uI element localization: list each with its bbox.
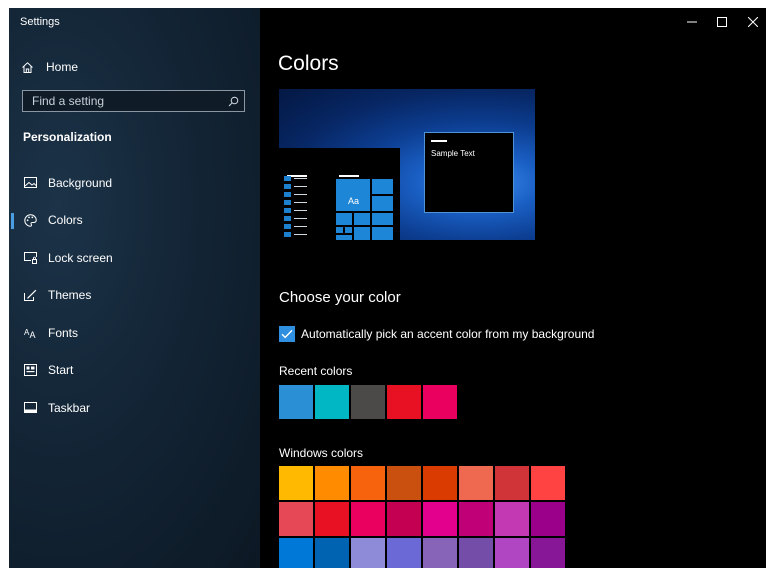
color-swatch[interactable] [351, 466, 385, 500]
lock-screen-icon [23, 251, 37, 265]
search-box [22, 90, 245, 112]
color-swatch[interactable] [459, 502, 493, 536]
sidebar-item-start[interactable]: Start [9, 352, 260, 390]
sidebar-item-label: Fonts [48, 325, 79, 340]
preview-tiles [336, 173, 395, 240]
preview-tile-label: Aa [348, 196, 360, 206]
color-swatch[interactable] [459, 538, 493, 568]
theme-preview: Aa Sample Text [279, 89, 535, 240]
color-swatch[interactable] [315, 538, 349, 568]
search-input[interactable] [23, 90, 222, 112]
fonts-icon: AA [23, 326, 37, 340]
color-swatch[interactable] [315, 502, 349, 536]
sidebar-item-fonts[interactable]: AA Fonts [9, 314, 260, 352]
color-row [279, 466, 569, 500]
preview-app-list [284, 173, 309, 240]
image-icon [23, 176, 37, 190]
sidebar: Settings Home Personalization Background [9, 8, 260, 568]
color-swatch[interactable] [351, 385, 385, 419]
color-swatch[interactable] [531, 502, 565, 536]
color-swatch[interactable] [279, 538, 313, 568]
sidebar-item-colors[interactable]: Colors [9, 202, 260, 240]
checkmark-icon [281, 329, 293, 339]
color-swatch[interactable] [531, 466, 565, 500]
color-swatch[interactable] [459, 466, 493, 500]
palette-icon [23, 213, 37, 227]
choose-color-heading: Choose your color [279, 289, 401, 306]
minimize-icon [687, 21, 697, 23]
sidebar-item-label: Lock screen [48, 250, 113, 265]
recent-colors-label: Recent colors [279, 364, 353, 378]
color-row [279, 502, 569, 536]
sidebar-item-label: Themes [48, 288, 92, 303]
sidebar-item-home[interactable]: Home [20, 57, 250, 77]
color-swatch[interactable] [351, 538, 385, 568]
color-swatch[interactable] [495, 502, 529, 536]
color-swatch[interactable] [423, 385, 457, 419]
color-swatch[interactable] [279, 466, 313, 500]
color-swatch[interactable] [387, 466, 421, 500]
home-icon [20, 61, 34, 74]
recent-colors [279, 385, 459, 419]
color-row [279, 538, 569, 568]
auto-accent-option[interactable]: Automatically pick an accent color from … [279, 326, 594, 342]
sidebar-nav: Background Colors Lock screen Themes A A… [9, 164, 260, 427]
sidebar-item-taskbar[interactable]: Taskbar [9, 389, 260, 427]
active-indicator [11, 212, 14, 229]
home-label: Home [46, 60, 79, 74]
color-swatch[interactable] [315, 466, 349, 500]
sidebar-item-label: Background [48, 175, 113, 190]
close-button[interactable] [741, 13, 765, 31]
sidebar-item-lock-screen[interactable]: Lock screen [9, 239, 260, 277]
maximize-icon [717, 17, 727, 27]
color-swatch[interactable] [387, 502, 421, 536]
settings-window: Settings Home Personalization Background [9, 8, 766, 568]
svg-text:A: A [29, 330, 35, 339]
color-swatch[interactable] [279, 385, 313, 419]
color-swatch[interactable] [279, 502, 313, 536]
sidebar-item-background[interactable]: Background [9, 164, 260, 202]
color-swatch[interactable] [495, 466, 529, 500]
auto-accent-checkbox[interactable] [279, 326, 295, 342]
windows-colors-label: Windows colors [279, 446, 364, 460]
color-swatch[interactable] [315, 385, 349, 419]
taskbar-icon [23, 401, 37, 415]
page-title: Colors [278, 52, 339, 75]
section-heading: Personalization [23, 130, 112, 144]
minimize-button[interactable] [680, 13, 704, 31]
sidebar-item-label: Taskbar [48, 400, 91, 415]
auto-accent-label: Automatically pick an accent color from … [301, 327, 595, 341]
sidebar-item-label: Start [48, 363, 74, 378]
color-swatch[interactable] [351, 502, 385, 536]
maximize-button[interactable] [710, 13, 734, 31]
color-swatch[interactable] [423, 538, 457, 568]
color-swatch[interactable] [495, 538, 529, 568]
color-swatch[interactable] [531, 538, 565, 568]
color-swatch[interactable] [423, 466, 457, 500]
color-swatch[interactable] [387, 538, 421, 568]
search-icon[interactable] [222, 96, 244, 107]
window-title: Settings [20, 16, 60, 28]
color-swatch[interactable] [423, 502, 457, 536]
main-content: Colors Aa Sample Text Choose your color … [260, 8, 766, 568]
start-icon [23, 363, 37, 377]
brush-icon [23, 288, 37, 302]
color-swatch[interactable] [387, 385, 421, 419]
windows-colors-grid [279, 466, 569, 568]
preview-window: Sample Text [424, 132, 514, 213]
sidebar-item-label: Colors [48, 213, 83, 228]
close-icon [748, 17, 758, 27]
preview-sample-text: Sample Text [431, 149, 475, 158]
sidebar-item-themes[interactable]: Themes [9, 277, 260, 315]
